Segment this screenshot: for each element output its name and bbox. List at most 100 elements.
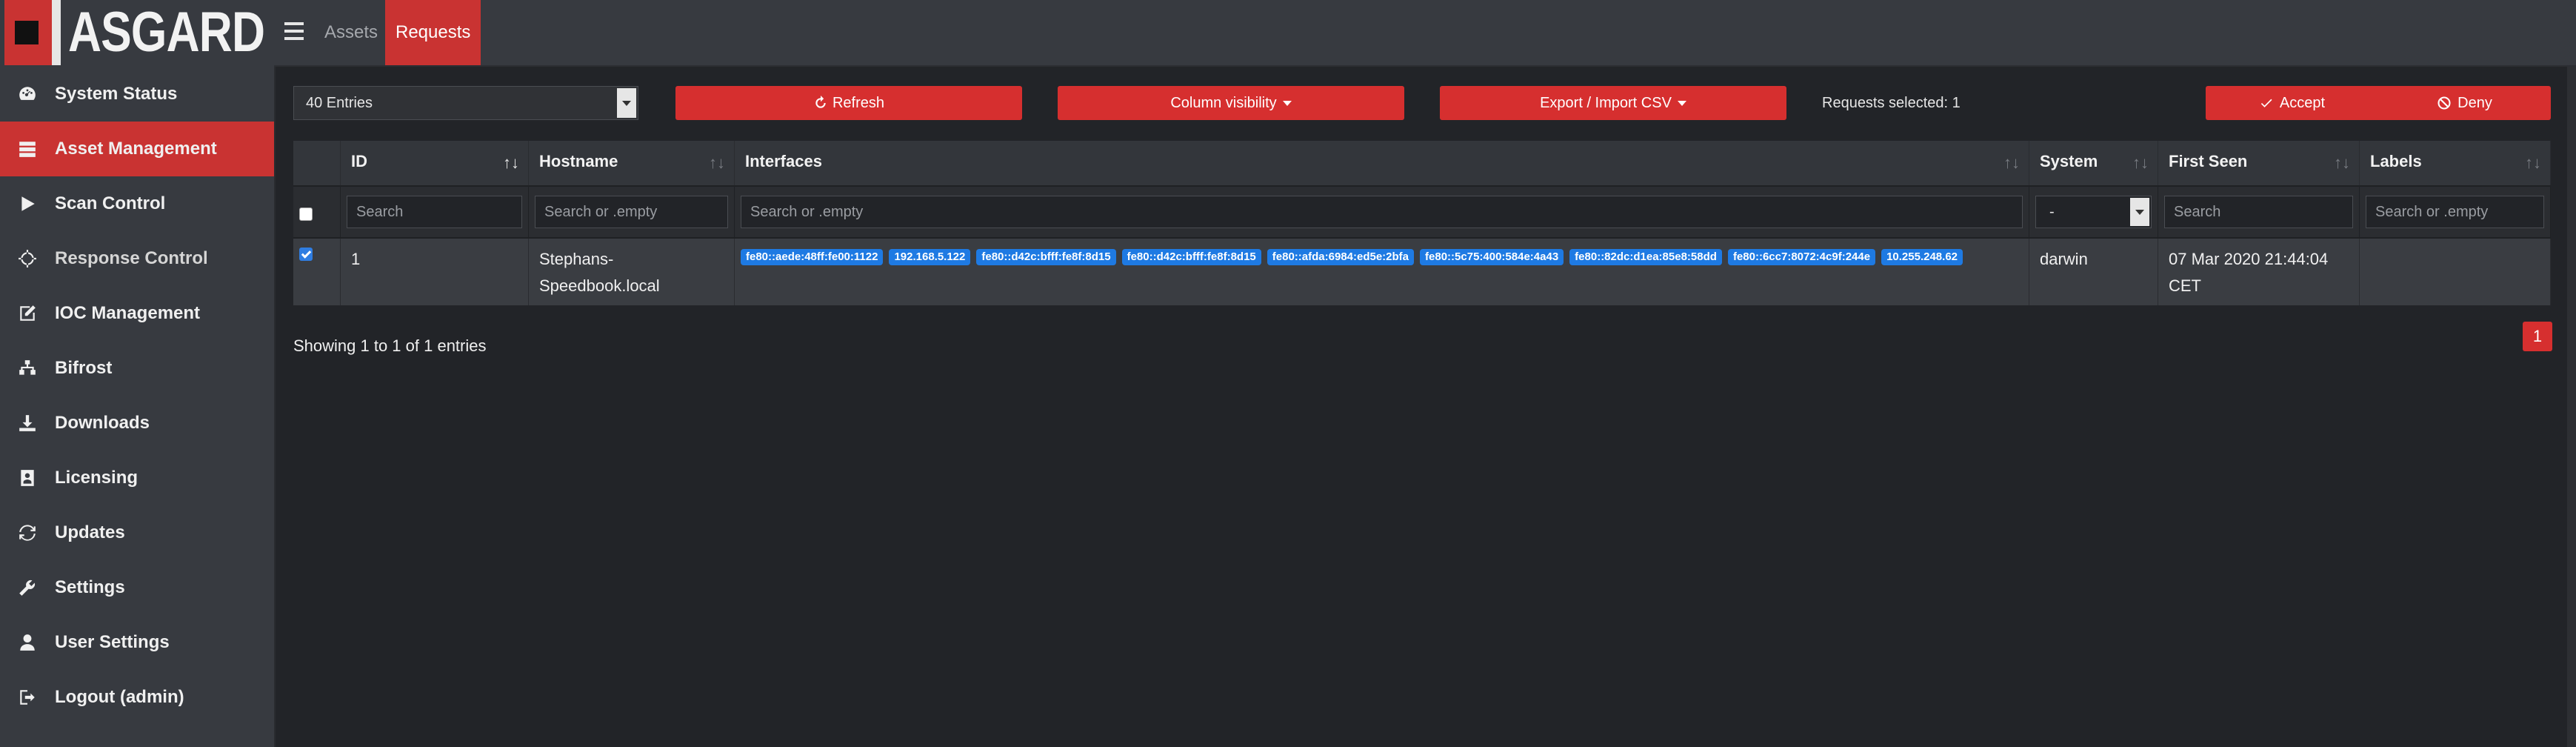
row-select-cell [293, 239, 341, 305]
sidebar-item-asset-management[interactable]: Asset Management [0, 122, 274, 176]
row-checkbox[interactable] [299, 248, 313, 261]
chevron-down-icon [2130, 198, 2149, 226]
filter-interfaces-input[interactable]: Search or .empty [741, 196, 2023, 228]
sort-icon[interactable]: ↑↓ [2003, 155, 2020, 171]
edit-icon [0, 304, 55, 323]
select-all-checkbox[interactable] [299, 208, 313, 221]
download-icon [0, 414, 55, 433]
column-header-system[interactable]: System ↑↓ [2029, 141, 2158, 185]
interface-badge: fe80::d42c:bfff:fe8f:8d15 [1121, 249, 1261, 265]
sidebar-item-label: Settings [55, 577, 125, 597]
accept-deny-group: Accept Deny [2206, 86, 2551, 120]
sidebar-item-response-control[interactable]: Response Control [0, 231, 274, 286]
deny-button[interactable]: Deny [2378, 86, 2551, 120]
cell-labels [2360, 239, 2551, 305]
sort-icon[interactable]: ↑↓ [2525, 155, 2541, 171]
requests-selected-text: Requests selected: 1 [1822, 95, 1961, 111]
top-navbar: Assets Requests [274, 0, 2576, 67]
export-import-csv-button[interactable]: Export / Import CSV [1440, 86, 1786, 120]
sidebar-item-scan-control[interactable]: Scan Control [0, 176, 274, 231]
interface-badge: fe80::5c75:400:584e:4a43 [1420, 249, 1564, 265]
user-icon [0, 633, 55, 652]
caret-down-icon [1282, 100, 1292, 106]
column-header-first-seen[interactable]: First Seen ↑↓ [2158, 141, 2360, 185]
interface-badge: fe80::6cc7:8072:4c9f:244e [1727, 249, 1876, 265]
sidebar-item-bifrost[interactable]: Bifrost [0, 341, 274, 396]
sort-icon[interactable]: ↑↓ [709, 155, 725, 171]
refresh-button[interactable]: Refresh [675, 86, 1022, 120]
sidebar-item-label: User Settings [55, 632, 170, 652]
filter-id-cell: Search [341, 187, 529, 237]
server-icon [0, 139, 55, 159]
pagination-page-button[interactable]: 1 [2523, 322, 2552, 351]
sidebar-item-label: Licensing [55, 468, 139, 488]
scrollbar[interactable] [2567, 67, 2576, 747]
column-label: System [2040, 152, 2098, 170]
column-header-id[interactable]: ID ↑↓ [341, 141, 529, 185]
filter-system-cell: - [2029, 187, 2158, 237]
filter-labels-input[interactable]: Search or .empty [2366, 196, 2544, 228]
check-icon [2260, 99, 2272, 107]
sign-out-icon [0, 688, 55, 707]
chevron-down-icon [617, 88, 636, 118]
sort-desc-icon[interactable]: ↑↓ [503, 155, 519, 171]
sort-icon[interactable]: ↑↓ [2334, 155, 2350, 171]
filter-first-seen-cell: Search [2158, 187, 2360, 237]
sidebar-item-label: Downloads [55, 413, 150, 433]
sidebar-item-user-settings[interactable]: User Settings [0, 615, 274, 670]
filter-system-select[interactable]: - [2035, 196, 2152, 228]
sidebar-item-label: IOC Management [55, 303, 201, 323]
sidebar-nav: System Status Asset Management Scan Cont… [0, 67, 274, 725]
sidebar-item-label: System Status [55, 84, 178, 104]
filter-interfaces-cell: Search or .empty [735, 187, 2029, 237]
hostname-line: Stephans- [539, 250, 614, 268]
sitemap-icon [0, 359, 55, 378]
sidebar-item-settings[interactable]: Settings [0, 560, 274, 615]
filter-first-seen-input[interactable]: Search [2164, 196, 2353, 228]
sidebar-item-label: Scan Control [55, 193, 166, 213]
sidebar: ASGARD System Status Asset Management Sc… [0, 0, 276, 747]
interface-badge: 10.255.248.62 [1881, 249, 1963, 265]
sidebar-item-downloads[interactable]: Downloads [0, 396, 274, 451]
sidebar-item-system-status[interactable]: System Status [0, 67, 274, 122]
filter-id-input[interactable]: Search [347, 196, 522, 228]
column-header-hostname[interactable]: Hostname ↑↓ [529, 141, 735, 185]
column-label: First Seen [2169, 152, 2248, 170]
sidebar-item-licensing[interactable]: Licensing [0, 451, 274, 505]
column-visibility-label: Column visibility [1170, 94, 1277, 111]
sidebar-item-logout[interactable]: Logout (admin) [0, 670, 274, 725]
caret-down-icon [1677, 100, 1686, 106]
column-label: Labels [2370, 152, 2422, 170]
column-header-labels[interactable]: Labels ↑↓ [2360, 141, 2551, 185]
filter-hostname-input[interactable]: Search or .empty [535, 196, 728, 228]
sync-icon [0, 523, 55, 542]
accept-label: Accept [2279, 94, 2326, 111]
logo[interactable]: ASGARD [0, 0, 274, 65]
column-visibility-button[interactable]: Column visibility [1058, 86, 1404, 120]
sidebar-item-updates[interactable]: Updates [0, 505, 274, 560]
interface-badge: fe80::d42c:bfff:fe8f:8d15 [976, 249, 1116, 265]
table-row[interactable]: 1 Stephans- Speedbook.local fe80::aede:4… [293, 239, 2551, 305]
table-header: ID ↑↓ Hostname ↑↓ Interfaces ↑↓ System ↑↓ Fi… [293, 141, 2551, 187]
sort-icon[interactable]: ↑↓ [2132, 155, 2149, 171]
cell-first-seen: 07 Mar 2020 21:44:04 CET [2158, 239, 2360, 305]
hamburger-menu-icon[interactable] [284, 22, 304, 40]
entries-select-value: 40 Entries [306, 95, 373, 111]
tab-assets[interactable]: Assets [314, 0, 388, 65]
logo-mark [4, 0, 61, 65]
requests-table: ID ↑↓ Hostname ↑↓ Interfaces ↑↓ System ↑↓ Fi… [293, 141, 2551, 305]
filter-hostname-cell: Search or .empty [529, 187, 735, 237]
select-all-cell [293, 187, 341, 237]
column-label: ID [351, 152, 367, 170]
sidebar-item-label: Updates [55, 522, 125, 542]
interfaces-tags: fe80::aede:48ff:fe00:1122 192.168.5.122 … [741, 246, 1984, 265]
accept-button[interactable]: Accept [2206, 86, 2378, 120]
tab-requests[interactable]: Requests [385, 0, 481, 65]
sidebar-item-ioc-management[interactable]: IOC Management [0, 286, 274, 341]
cell-hostname: Stephans- Speedbook.local [529, 239, 735, 305]
column-label: Interfaces [745, 152, 822, 170]
sidebar-item-label: Asset Management [55, 139, 217, 159]
column-header-interfaces[interactable]: Interfaces ↑↓ [735, 141, 2029, 185]
entries-select[interactable]: 40 Entries [293, 86, 638, 120]
interface-badge: fe80::82dc:d1ea:85e8:58dd [1569, 249, 1722, 265]
